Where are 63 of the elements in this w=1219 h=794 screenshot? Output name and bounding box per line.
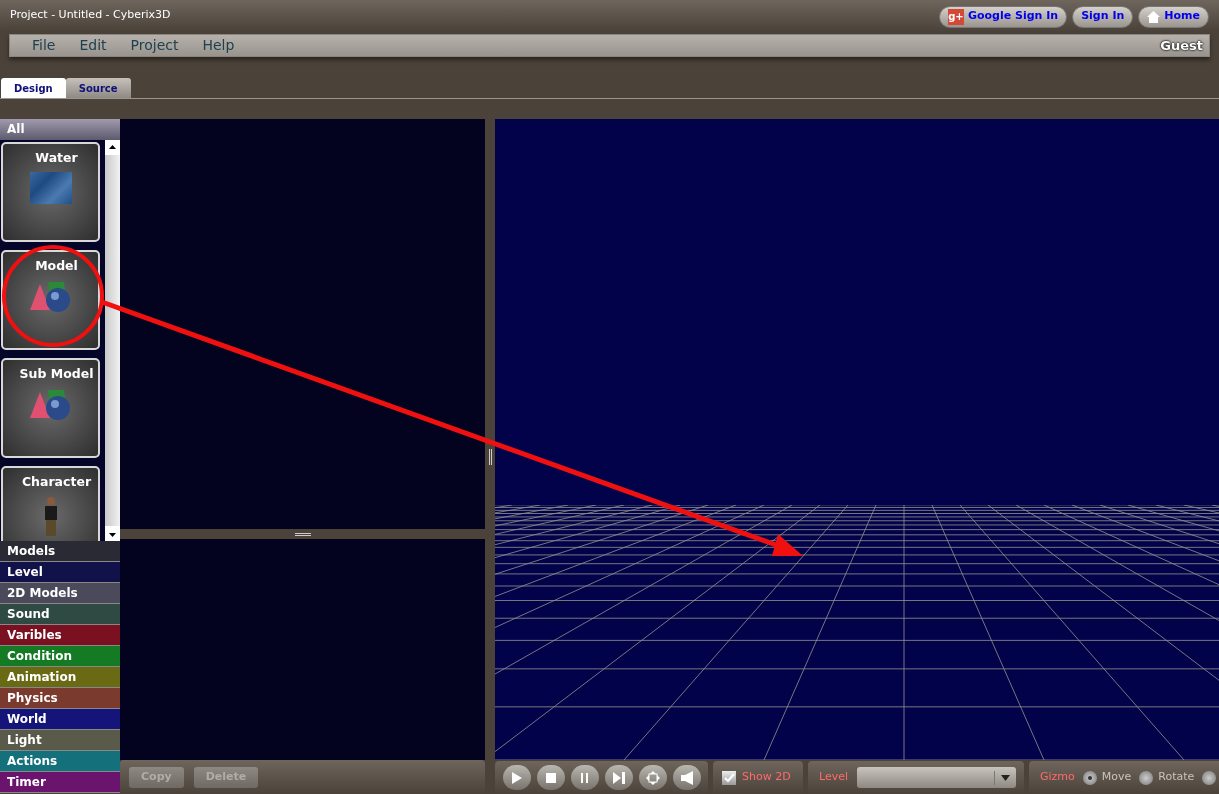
palette-card[interactable]: Character (1, 466, 100, 541)
palette-card[interactable]: Water (1, 142, 100, 242)
playback-button[interactable] (503, 765, 531, 790)
category-item[interactable]: Physics (0, 688, 120, 709)
palette-card-label: Sub Model (18, 365, 94, 383)
tab[interactable]: Source (65, 78, 131, 98)
category-item[interactable]: Animation (0, 667, 120, 688)
palette-card-label: Model (34, 257, 78, 275)
playback-button[interactable] (639, 765, 667, 790)
menu-item[interactable]: Edit (79, 35, 107, 56)
pause-icon (581, 772, 589, 783)
google-plus-icon: g+ (947, 8, 964, 25)
category-item[interactable]: World (0, 709, 120, 730)
show-2d-label: Show 2D (742, 769, 791, 786)
radio-label: Rotate (1158, 769, 1195, 786)
playback-button[interactable] (537, 765, 565, 790)
category-item[interactable]: Light (0, 730, 120, 751)
category-item[interactable]: Sound (0, 604, 120, 625)
dropdown-caret-icon (1001, 774, 1011, 781)
scroll-up-icon[interactable] (105, 140, 120, 155)
scrollbar[interactable] (105, 140, 120, 541)
playback-button[interactable] (605, 765, 633, 790)
category-item[interactable]: 2D Models (0, 583, 120, 604)
header-button[interactable]: Home (1138, 5, 1209, 28)
radio-label: Move (1101, 769, 1132, 786)
level-dropdown[interactable] (857, 767, 1017, 788)
category-item[interactable]: Timer (0, 772, 120, 793)
checkbox[interactable] (722, 770, 736, 785)
tab[interactable]: Design (1, 78, 66, 98)
water-texture-icon (29, 171, 72, 204)
palette-card-label: Water (34, 149, 78, 167)
category-item[interactable]: Actions (0, 751, 120, 772)
playback-button[interactable] (571, 765, 599, 790)
palette-header: All (0, 119, 120, 140)
play-icon (512, 771, 522, 784)
category-item[interactable]: Condition (0, 646, 120, 667)
house-icon (1147, 10, 1161, 23)
category-item[interactable]: Models (0, 541, 120, 562)
level-label: Level (819, 769, 849, 786)
user-name: Guest (1160, 36, 1204, 55)
skip-forward-icon (613, 771, 625, 784)
playback-button[interactable] (673, 765, 701, 790)
palette-card[interactable]: Sub Model (1, 358, 100, 458)
radio-button[interactable] (1202, 770, 1217, 785)
speaker-icon (681, 770, 693, 785)
palette-card[interactable]: Model (1, 250, 100, 350)
category-item[interactable]: Varibles (0, 625, 120, 646)
radio-button[interactable] (1139, 770, 1154, 785)
palette-card-label: Character (20, 473, 92, 491)
menu-item[interactable]: Help (202, 35, 235, 56)
stop-icon (546, 772, 556, 783)
window-title: Project - Untitled - Cyberix3D (10, 7, 171, 24)
check-icon (723, 772, 735, 783)
gizmo-label: Gizmo (1040, 769, 1075, 786)
expand-arrows-icon (646, 770, 660, 785)
3d-viewport[interactable] (495, 119, 1219, 760)
menu-item[interactable]: Project (130, 35, 179, 56)
menu-item[interactable]: File (32, 35, 56, 56)
header-button[interactable]: g+ Google Sign In (938, 5, 1068, 28)
category-item[interactable]: Level (0, 562, 120, 583)
header-button[interactable]: Sign In (1072, 5, 1134, 28)
scroll-down-icon[interactable] (105, 526, 120, 541)
radio-button[interactable] (1082, 770, 1097, 785)
